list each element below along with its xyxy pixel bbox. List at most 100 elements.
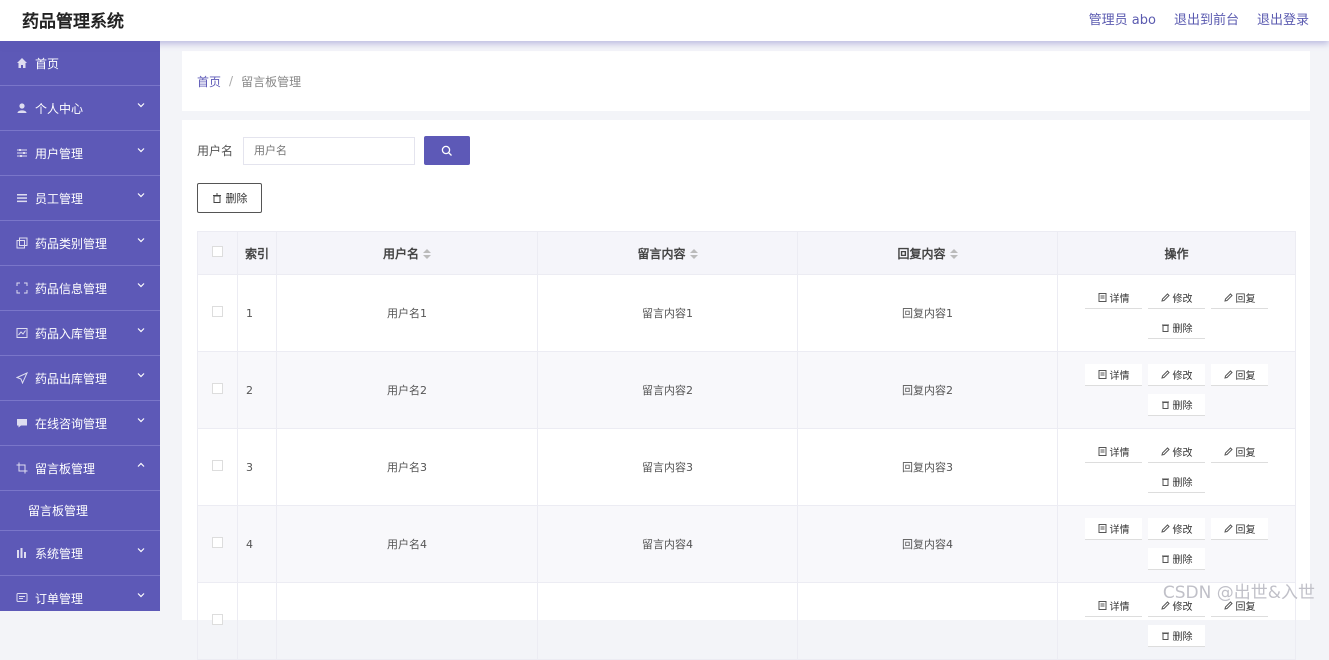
sidebar-item[interactable]: 员工管理 <box>0 176 160 221</box>
sidebar-item[interactable]: 用户管理 <box>0 131 160 176</box>
delete-button[interactable]: 删除 <box>1148 471 1205 493</box>
row-select-cell[interactable] <box>198 583 238 660</box>
select-all-cell[interactable] <box>198 232 238 275</box>
table-row: 2用户名2留言内容2回复内容2详情修改回复删除 <box>198 352 1296 429</box>
sidebar-item[interactable]: 系统管理 <box>0 531 160 576</box>
document-icon <box>1098 293 1107 302</box>
edit-icon <box>1224 370 1233 379</box>
row-actions-cell: 详情 修改 回复删除 <box>1058 275 1296 352</box>
select-all-checkbox[interactable] <box>212 246 223 257</box>
chevron-up-icon <box>136 460 146 470</box>
col-index: 索引 <box>238 232 277 275</box>
row-actions: 详情 修改 回复删除 <box>1082 364 1272 416</box>
table-header-row: 索引 用户名 留言内容 回复内容 操作 <box>198 232 1296 275</box>
sidebar-item[interactable]: 个人中心 <box>0 86 160 131</box>
col-reply[interactable]: 回复内容 <box>798 232 1058 275</box>
sidebar-item[interactable]: 药品出库管理 <box>0 356 160 401</box>
sidebar-item[interactable]: 首页 <box>0 41 160 86</box>
edit-button[interactable]: 修改 <box>1148 441 1205 463</box>
logout-link[interactable]: 退出登录 <box>1257 9 1309 28</box>
sidebar-item[interactable]: 药品类别管理 <box>0 221 160 266</box>
sort-icon[interactable] <box>950 249 958 259</box>
sidebar-item-label: 首页 <box>35 55 59 72</box>
sort-icon[interactable] <box>423 249 431 259</box>
sidebar-item-label: 药品信息管理 <box>35 280 107 297</box>
reply-button[interactable]: 回复 <box>1211 364 1268 386</box>
row-checkbox[interactable] <box>212 614 223 625</box>
document-icon <box>1098 447 1107 456</box>
edit-icon <box>1161 524 1170 533</box>
reply-button-label: 回复 <box>1236 521 1256 536</box>
search-row: 用户名 <box>197 136 470 165</box>
delete-button-label: 删除 <box>1173 320 1193 335</box>
row-username: 用户名4 <box>277 506 538 583</box>
chevron-down-icon <box>136 370 146 380</box>
copy-icon <box>15 236 29 250</box>
sliders-icon <box>15 146 29 160</box>
chevron-down-icon <box>136 590 146 600</box>
row-content: 留言内容2 <box>538 352 798 429</box>
reply-button[interactable]: 回复 <box>1211 287 1268 309</box>
row-reply: 回复内容1 <box>798 275 1058 352</box>
row-checkbox[interactable] <box>212 537 223 548</box>
sidebar-item[interactable]: 订单管理 <box>0 576 160 611</box>
edit-button-label: 修改 <box>1173 290 1193 305</box>
col-username[interactable]: 用户名 <box>277 232 538 275</box>
breadcrumb-home[interactable]: 首页 <box>197 73 221 90</box>
row-checkbox[interactable] <box>212 460 223 471</box>
breadcrumb-current: 留言板管理 <box>241 73 301 90</box>
edit-icon <box>1161 447 1170 456</box>
trash-icon <box>1161 554 1170 563</box>
sidebar-subitem-message-board[interactable]: 留言板管理 <box>0 491 160 531</box>
row-select-cell[interactable] <box>198 275 238 352</box>
table-row: 4用户名4留言内容4回复内容4详情修改回复删除 <box>198 506 1296 583</box>
edit-button[interactable]: 修改 <box>1148 287 1205 309</box>
row-index: 2 <box>238 352 277 429</box>
delete-button[interactable]: 删除 <box>1148 317 1205 339</box>
exit-to-front-link[interactable]: 退出到前台 <box>1174 9 1239 28</box>
edit-icon <box>1224 293 1233 302</box>
col-content-label: 留言内容 <box>637 247 685 261</box>
detail-button[interactable]: 详情 <box>1085 518 1142 540</box>
row-select-cell[interactable] <box>198 429 238 506</box>
search-button[interactable] <box>424 136 470 165</box>
reply-button[interactable]: 回复 <box>1211 441 1268 463</box>
row-checkbox[interactable] <box>212 383 223 394</box>
content-card: 用户名 删除 索引 用户名 留言内容 <box>182 120 1310 620</box>
col-content[interactable]: 留言内容 <box>538 232 798 275</box>
sidebar-item[interactable]: 留言板管理 <box>0 446 160 491</box>
row-content: 留言内容4 <box>538 506 798 583</box>
chevron-down-icon <box>136 145 146 155</box>
sidebar-item[interactable]: 药品入库管理 <box>0 311 160 356</box>
row-checkbox[interactable] <box>212 306 223 317</box>
edit-button[interactable]: 修改 <box>1148 518 1205 540</box>
sidebar-item-label: 个人中心 <box>35 100 83 117</box>
row-index <box>238 583 277 660</box>
sidebar-item[interactable]: 药品信息管理 <box>0 266 160 311</box>
detail-button[interactable]: 详情 <box>1085 364 1142 386</box>
row-username: 用户名3 <box>277 429 538 506</box>
detail-button[interactable]: 详情 <box>1085 287 1142 309</box>
search-input[interactable] <box>243 137 415 165</box>
edit-button[interactable]: 修改 <box>1148 364 1205 386</box>
delete-button[interactable]: 删除 <box>1148 394 1205 416</box>
batch-delete-button[interactable]: 删除 <box>197 183 262 213</box>
row-select-cell[interactable] <box>198 506 238 583</box>
edit-icon <box>1224 524 1233 533</box>
admin-label[interactable]: 管理员 abo <box>1089 9 1156 28</box>
delete-button[interactable]: 删除 <box>1148 548 1205 570</box>
col-reply-label: 回复内容 <box>897 247 945 261</box>
row-select-cell[interactable] <box>198 352 238 429</box>
main-area: 首页 / 留言板管理 用户名 删除 索引 <box>160 41 1329 611</box>
edit-button-label: 修改 <box>1173 367 1193 382</box>
bars-icon <box>15 546 29 560</box>
detail-button[interactable]: 详情 <box>1085 595 1142 617</box>
delete-button[interactable]: 删除 <box>1148 625 1205 647</box>
detail-button[interactable]: 详情 <box>1085 441 1142 463</box>
trash-icon <box>212 193 222 203</box>
user-icon <box>15 101 29 115</box>
reply-button[interactable]: 回复 <box>1211 518 1268 540</box>
sort-icon[interactable] <box>690 249 698 259</box>
sidebar-item[interactable]: 在线咨询管理 <box>0 401 160 446</box>
chevron-down-icon <box>136 190 146 200</box>
